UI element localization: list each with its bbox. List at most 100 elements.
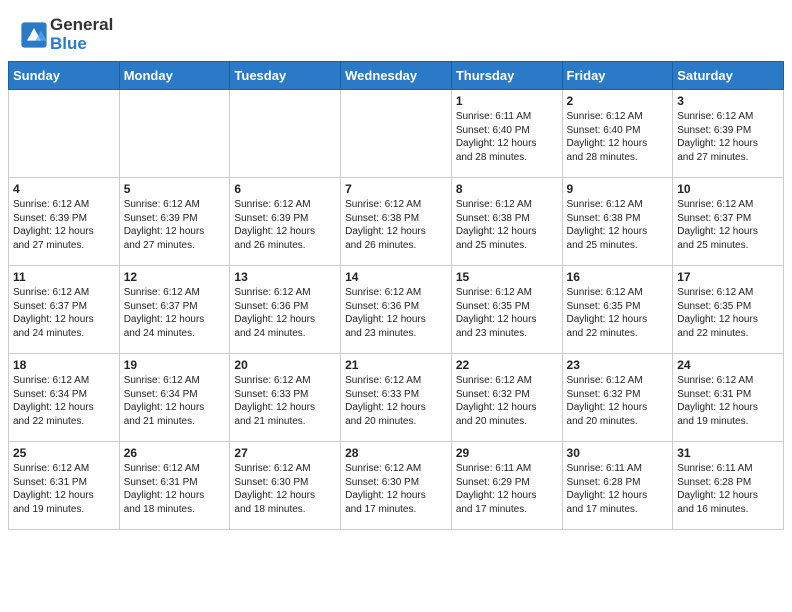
day-cell-5: 5 Sunrise: 6:12 AMSunset: 6:39 PMDaylight… (119, 178, 230, 266)
day-number: 18 (13, 358, 115, 372)
day-info: Sunrise: 6:12 AMSunset: 6:35 PMDaylight:… (677, 286, 779, 340)
day-cell-8: 8 Sunrise: 6:12 AMSunset: 6:38 PMDaylight… (451, 178, 562, 266)
calendar-table: SundayMondayTuesdayWednesdayThursdayFrid… (8, 61, 784, 530)
day-info: Sunrise: 6:12 AMSunset: 6:35 PMDaylight:… (567, 286, 669, 340)
day-number: 26 (124, 446, 226, 460)
day-info: Sunrise: 6:12 AMSunset: 6:38 PMDaylight:… (345, 198, 447, 252)
day-number: 27 (234, 446, 336, 460)
day-info: Sunrise: 6:12 AMSunset: 6:37 PMDaylight:… (124, 286, 226, 340)
day-cell-20: 20 Sunrise: 6:12 AMSunset: 6:33 PMDayligh… (230, 354, 341, 442)
day-cell-1: 1 Sunrise: 6:11 AMSunset: 6:40 PMDaylight… (451, 90, 562, 178)
day-cell-14: 14 Sunrise: 6:12 AMSunset: 6:36 PMDayligh… (341, 266, 452, 354)
logo: General Blue (20, 16, 113, 53)
day-number: 23 (567, 358, 669, 372)
day-number: 9 (567, 182, 669, 196)
day-cell-7: 7 Sunrise: 6:12 AMSunset: 6:38 PMDaylight… (341, 178, 452, 266)
day-cell-13: 13Sunrise: 6:12 AMSunset: 6:36 PMDayligh… (230, 266, 341, 354)
day-info: Sunrise: 6:12 AMSunset: 6:35 PMDaylight:… (456, 286, 558, 340)
calendar-week-3: 11 Sunrise: 6:12 AMSunset: 6:37 PMDayligh… (9, 266, 784, 354)
day-number: 12 (124, 270, 226, 284)
day-info: Sunrise: 6:12 AMSunset: 6:40 PMDaylight:… (567, 110, 669, 164)
day-cell-30: 30 Sunrise: 6:11 AMSunset: 6:28 PMDayligh… (562, 442, 673, 530)
day-number: 17 (677, 270, 779, 284)
day-info: Sunrise: 6:12 AMSunset: 6:30 PMDaylight:… (234, 462, 336, 516)
day-number: 20 (234, 358, 336, 372)
day-number: 4 (13, 182, 115, 196)
day-info: Sunrise: 6:12 AMSunset: 6:39 PMDaylight:… (234, 198, 336, 252)
day-info: Sunrise: 6:12 AMSunset: 6:32 PMDaylight:… (456, 374, 558, 428)
day-number: 7 (345, 182, 447, 196)
day-number: 5 (124, 182, 226, 196)
day-number: 1 (456, 94, 558, 108)
day-cell-28: 28Sunrise: 6:12 AMSunset: 6:30 PMDayligh… (341, 442, 452, 530)
day-number: 8 (456, 182, 558, 196)
day-info: Sunrise: 6:12 AMSunset: 6:36 PMDaylight:… (234, 286, 336, 340)
weekday-header-sunday: Sunday (9, 62, 120, 90)
calendar-week-1: 1 Sunrise: 6:11 AMSunset: 6:40 PMDaylight… (9, 90, 784, 178)
weekday-header-friday: Friday (562, 62, 673, 90)
day-cell-17: 17 Sunrise: 6:12 AMSunset: 6:35 PMDayligh… (673, 266, 784, 354)
weekday-header-saturday: Saturday (673, 62, 784, 90)
day-number: 6 (234, 182, 336, 196)
day-number: 11 (13, 270, 115, 284)
day-info: Sunrise: 6:11 AMSunset: 6:28 PMDaylight:… (567, 462, 669, 516)
calendar-week-5: 25Sunrise: 6:12 AMSunset: 6:31 PMDayligh… (9, 442, 784, 530)
day-number: 16 (567, 270, 669, 284)
day-cell-18: 18 Sunrise: 6:12 AMSunset: 6:34 PMDayligh… (9, 354, 120, 442)
day-info: Sunrise: 6:12 AMSunset: 6:34 PMDaylight:… (124, 374, 226, 428)
empty-cell (230, 90, 341, 178)
day-cell-26: 26 Sunrise: 6:12 AMSunset: 6:31 PMDayligh… (119, 442, 230, 530)
calendar-body: 1 Sunrise: 6:11 AMSunset: 6:40 PMDaylight… (9, 90, 784, 530)
day-cell-4: 4 Sunrise: 6:12 AMSunset: 6:39 PMDaylight… (9, 178, 120, 266)
calendar-week-2: 4 Sunrise: 6:12 AMSunset: 6:39 PMDaylight… (9, 178, 784, 266)
day-cell-22: 22 Sunrise: 6:12 AMSunset: 6:32 PMDayligh… (451, 354, 562, 442)
day-number: 14 (345, 270, 447, 284)
empty-cell (119, 90, 230, 178)
day-number: 22 (456, 358, 558, 372)
day-info: Sunrise: 6:12 AMSunset: 6:31 PMDaylight:… (13, 462, 115, 516)
calendar-week-4: 18 Sunrise: 6:12 AMSunset: 6:34 PMDayligh… (9, 354, 784, 442)
day-number: 21 (345, 358, 447, 372)
day-number: 19 (124, 358, 226, 372)
weekday-header-wednesday: Wednesday (341, 62, 452, 90)
day-info: Sunrise: 6:12 AMSunset: 6:31 PMDaylight:… (124, 462, 226, 516)
weekday-header-thursday: Thursday (451, 62, 562, 90)
day-info: Sunrise: 6:12 AMSunset: 6:33 PMDaylight:… (234, 374, 336, 428)
empty-cell (9, 90, 120, 178)
day-number: 15 (456, 270, 558, 284)
day-info: Sunrise: 6:12 AMSunset: 6:32 PMDaylight:… (567, 374, 669, 428)
day-cell-15: 15 Sunrise: 6:12 AMSunset: 6:35 PMDayligh… (451, 266, 562, 354)
day-number: 10 (677, 182, 779, 196)
day-cell-19: 19 Sunrise: 6:12 AMSunset: 6:34 PMDayligh… (119, 354, 230, 442)
day-info: Sunrise: 6:12 AMSunset: 6:34 PMDaylight:… (13, 374, 115, 428)
day-info: Sunrise: 6:12 AMSunset: 6:38 PMDaylight:… (456, 198, 558, 252)
day-number: 24 (677, 358, 779, 372)
day-info: Sunrise: 6:12 AMSunset: 6:37 PMDaylight:… (13, 286, 115, 340)
day-cell-29: 29 Sunrise: 6:11 AMSunset: 6:29 PMDayligh… (451, 442, 562, 530)
day-info: Sunrise: 6:11 AMSunset: 6:28 PMDaylight:… (677, 462, 779, 516)
day-number: 31 (677, 446, 779, 460)
day-cell-24: 24 Sunrise: 6:12 AMSunset: 6:31 PMDayligh… (673, 354, 784, 442)
day-cell-16: 16 Sunrise: 6:12 AMSunset: 6:35 PMDayligh… (562, 266, 673, 354)
day-info: Sunrise: 6:12 AMSunset: 6:36 PMDaylight:… (345, 286, 447, 340)
day-info: Sunrise: 6:12 AMSunset: 6:31 PMDaylight:… (677, 374, 779, 428)
day-info: Sunrise: 6:12 AMSunset: 6:37 PMDaylight:… (677, 198, 779, 252)
day-info: Sunrise: 6:12 AMSunset: 6:38 PMDaylight:… (567, 198, 669, 252)
day-number: 3 (677, 94, 779, 108)
day-cell-3: 3Sunrise: 6:12 AMSunset: 6:39 PMDaylight… (673, 90, 784, 178)
page-header: General Blue (0, 0, 792, 61)
day-info: Sunrise: 6:12 AMSunset: 6:39 PMDaylight:… (13, 198, 115, 252)
calendar-wrapper: SundayMondayTuesdayWednesdayThursdayFrid… (0, 61, 792, 538)
day-cell-25: 25Sunrise: 6:12 AMSunset: 6:31 PMDayligh… (9, 442, 120, 530)
empty-cell (341, 90, 452, 178)
day-cell-31: 31 Sunrise: 6:11 AMSunset: 6:28 PMDayligh… (673, 442, 784, 530)
day-number: 30 (567, 446, 669, 460)
day-number: 28 (345, 446, 447, 460)
weekday-header-row: SundayMondayTuesdayWednesdayThursdayFrid… (9, 62, 784, 90)
day-cell-6: 6 Sunrise: 6:12 AMSunset: 6:39 PMDaylight… (230, 178, 341, 266)
day-info: Sunrise: 6:11 AMSunset: 6:40 PMDaylight:… (456, 110, 558, 164)
day-info: Sunrise: 6:12 AMSunset: 6:39 PMDaylight:… (124, 198, 226, 252)
day-info: Sunrise: 6:11 AMSunset: 6:29 PMDaylight:… (456, 462, 558, 516)
day-number: 29 (456, 446, 558, 460)
logo-text: General Blue (50, 16, 113, 53)
